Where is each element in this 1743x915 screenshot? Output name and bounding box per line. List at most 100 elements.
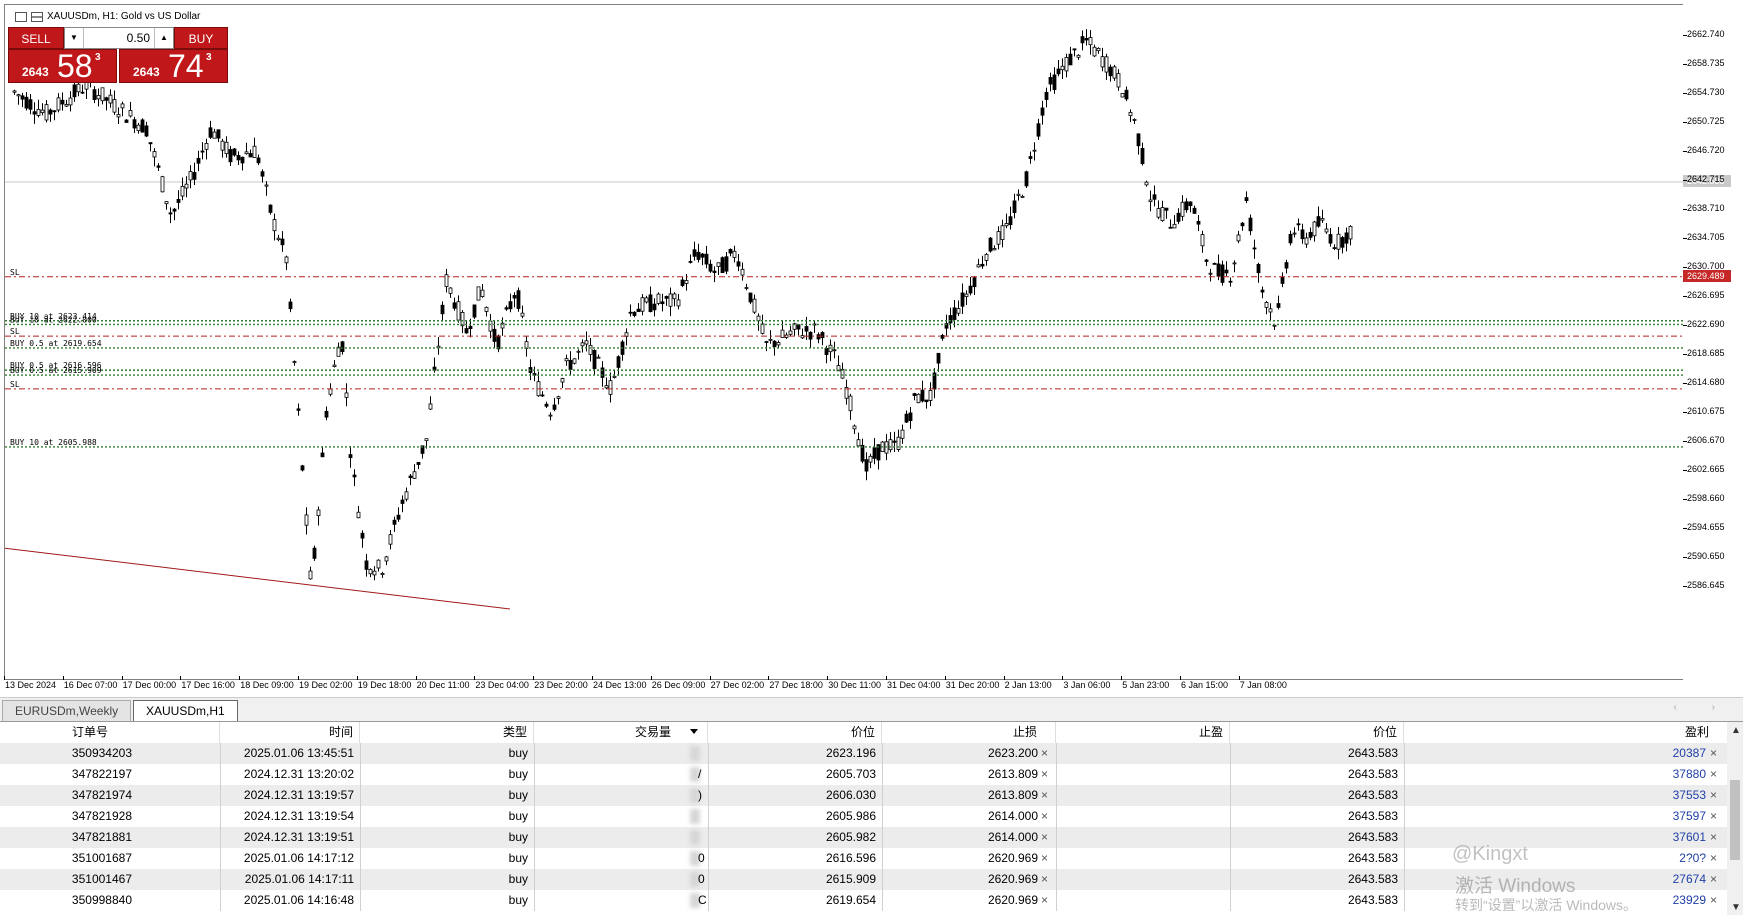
col-take-profit[interactable]: 止盈 xyxy=(1056,722,1230,743)
remove-stop-loss-icon[interactable]: × xyxy=(1041,743,1048,764)
close-position-icon[interactable]: × xyxy=(1710,827,1717,848)
chart-menu-icon[interactable] xyxy=(15,11,27,22)
col-volume[interactable]: 交易量 xyxy=(534,722,708,743)
candle-body xyxy=(360,532,365,539)
open-price: 2623.196 xyxy=(825,746,876,760)
scroll-thumb[interactable] xyxy=(1730,780,1740,860)
take-profit-value xyxy=(1056,806,1224,827)
lot-decrease-icon[interactable]: ▼ xyxy=(65,28,84,48)
remove-stop-loss-icon[interactable]: × xyxy=(1041,785,1048,806)
remove-stop-loss-icon[interactable]: × xyxy=(1041,806,1048,827)
candle-body xyxy=(892,440,897,443)
candlestick-chart[interactable]: SLBUY 10 at 2623.414BUY 10 at 2622.000SL… xyxy=(5,5,1683,679)
remove-stop-loss-icon[interactable]: × xyxy=(1041,848,1048,869)
candle-body xyxy=(1312,221,1317,237)
col-type[interactable]: 类型 xyxy=(360,722,534,743)
table-row[interactable]: 347822197 2024.12.31 13:20:02 buy 2605.703 2… xyxy=(0,764,1727,785)
table-row[interactable]: 350934203 2025.01.06 13:45:51 buy 2623.196 2… xyxy=(0,743,1727,764)
buy-button[interactable]: BUY xyxy=(174,27,228,49)
close-position-icon[interactable]: × xyxy=(1710,890,1717,911)
candle-body xyxy=(1196,220,1201,225)
candle-body xyxy=(804,326,809,332)
tab-xauusdm-h1[interactable]: XAUUSDm,H1 xyxy=(133,700,238,721)
chart-type-icon[interactable] xyxy=(31,11,43,22)
remove-stop-loss-icon[interactable]: × xyxy=(1041,764,1048,785)
lot-size-value[interactable]: 0.50 xyxy=(84,31,154,45)
close-position-icon[interactable]: × xyxy=(1710,743,1717,764)
candle-body xyxy=(600,367,605,378)
remove-stop-loss-icon[interactable]: × xyxy=(1041,827,1048,848)
chart-window[interactable]: SL BUY 10 at 2623.414 BUY 10 at 2622.000 SL… xyxy=(4,4,1684,680)
candle-body xyxy=(1056,68,1061,75)
remove-stop-loss-icon[interactable]: × xyxy=(1041,890,1048,911)
candle-body xyxy=(764,341,769,343)
col-current-price[interactable]: 价位 xyxy=(1230,722,1404,743)
table-vertical-scrollbar[interactable]: ▲ ▼ xyxy=(1727,722,1743,915)
remove-stop-loss-icon[interactable]: × xyxy=(1041,869,1048,890)
candle-body xyxy=(768,338,773,341)
time-axis[interactable]: 13 Dec 2024 16 Dec 07:00 17 Dec 00:00 17 De… xyxy=(4,676,1684,696)
col-price[interactable]: 价位 xyxy=(708,722,882,743)
scroll-down-icon[interactable]: ▼ xyxy=(1731,902,1741,913)
open-price: 2605.982 xyxy=(825,830,876,844)
candle-body xyxy=(412,471,417,479)
col-profit[interactable]: 盈利 xyxy=(1404,722,1727,743)
col-time[interactable]: 时间 xyxy=(220,722,360,743)
candle-body xyxy=(1172,223,1177,229)
candle-body xyxy=(368,569,373,575)
sort-desc-icon[interactable] xyxy=(690,729,698,734)
candle-body xyxy=(344,392,349,398)
bid-price-button[interactable]: 2643 58 3 xyxy=(8,48,117,84)
close-position-icon[interactable]: × xyxy=(1710,764,1717,785)
stop-loss-value: 2613.809 xyxy=(987,788,1038,802)
candle-body xyxy=(992,248,997,251)
table-row[interactable]: 347821928 2024.12.31 13:19:54 buy 2605.986 2… xyxy=(0,806,1727,827)
candle-body xyxy=(1168,226,1173,229)
candle-body xyxy=(228,149,233,163)
candle-body xyxy=(900,429,905,439)
col-order[interactable]: 订单号 xyxy=(0,722,220,743)
candle-body xyxy=(1184,201,1189,211)
candle-body xyxy=(848,395,853,412)
close-position-icon[interactable]: × xyxy=(1710,848,1717,869)
candle-body xyxy=(452,302,457,309)
candle-body xyxy=(1068,53,1073,66)
price-axis[interactable]: 2642.583 2629.489 2662.740 2658.735 2654.7… xyxy=(1683,4,1743,680)
order-type: buy xyxy=(508,809,528,823)
ask-price-button[interactable]: 2643 74 3 xyxy=(119,48,228,84)
candle-body xyxy=(772,340,777,348)
scroll-up-icon[interactable]: ▲ xyxy=(1731,725,1741,736)
candle-body xyxy=(460,312,465,327)
profit-value: 20387 xyxy=(1672,746,1706,760)
candle-body xyxy=(200,150,205,153)
candle-body xyxy=(1140,147,1145,165)
col-stop-loss[interactable]: 止损 xyxy=(882,722,1056,743)
candle-body xyxy=(568,359,573,370)
tab-scroll-arrows-icon[interactable]: ‹ › xyxy=(1674,702,1731,713)
candle-body xyxy=(80,91,85,94)
column-separator xyxy=(534,785,535,806)
lot-increase-icon[interactable]: ▲ xyxy=(154,28,173,48)
table-row[interactable]: 347821974 2024.12.31 13:19:57 buy 2606.030 2… xyxy=(0,785,1727,806)
tab-eurusdm-weekly[interactable]: EURUSDm,Weekly xyxy=(2,700,132,721)
close-position-icon[interactable]: × xyxy=(1710,806,1717,827)
price-axis-label: 2626.695 xyxy=(1687,290,1725,300)
open-price: 2616.596 xyxy=(825,851,876,865)
candle-body xyxy=(1328,234,1333,244)
candle-body xyxy=(904,413,909,423)
lot-size-field[interactable]: ▼ 0.50 ▲ xyxy=(64,27,174,49)
candle-body xyxy=(212,131,217,139)
candle-body xyxy=(1096,48,1101,52)
close-position-icon[interactable]: × xyxy=(1710,869,1717,890)
candle-body xyxy=(428,403,433,410)
sell-button[interactable]: SELL xyxy=(8,27,64,49)
candle-body xyxy=(268,204,273,213)
candle-body xyxy=(252,145,257,158)
candle-body xyxy=(628,311,633,314)
close-position-icon[interactable]: × xyxy=(1710,785,1717,806)
candle-body xyxy=(448,287,453,294)
candle-body xyxy=(1296,223,1301,226)
candle-body xyxy=(440,304,445,315)
candle-body xyxy=(1104,56,1109,73)
stop-loss-value: 2614.000 xyxy=(987,809,1038,823)
